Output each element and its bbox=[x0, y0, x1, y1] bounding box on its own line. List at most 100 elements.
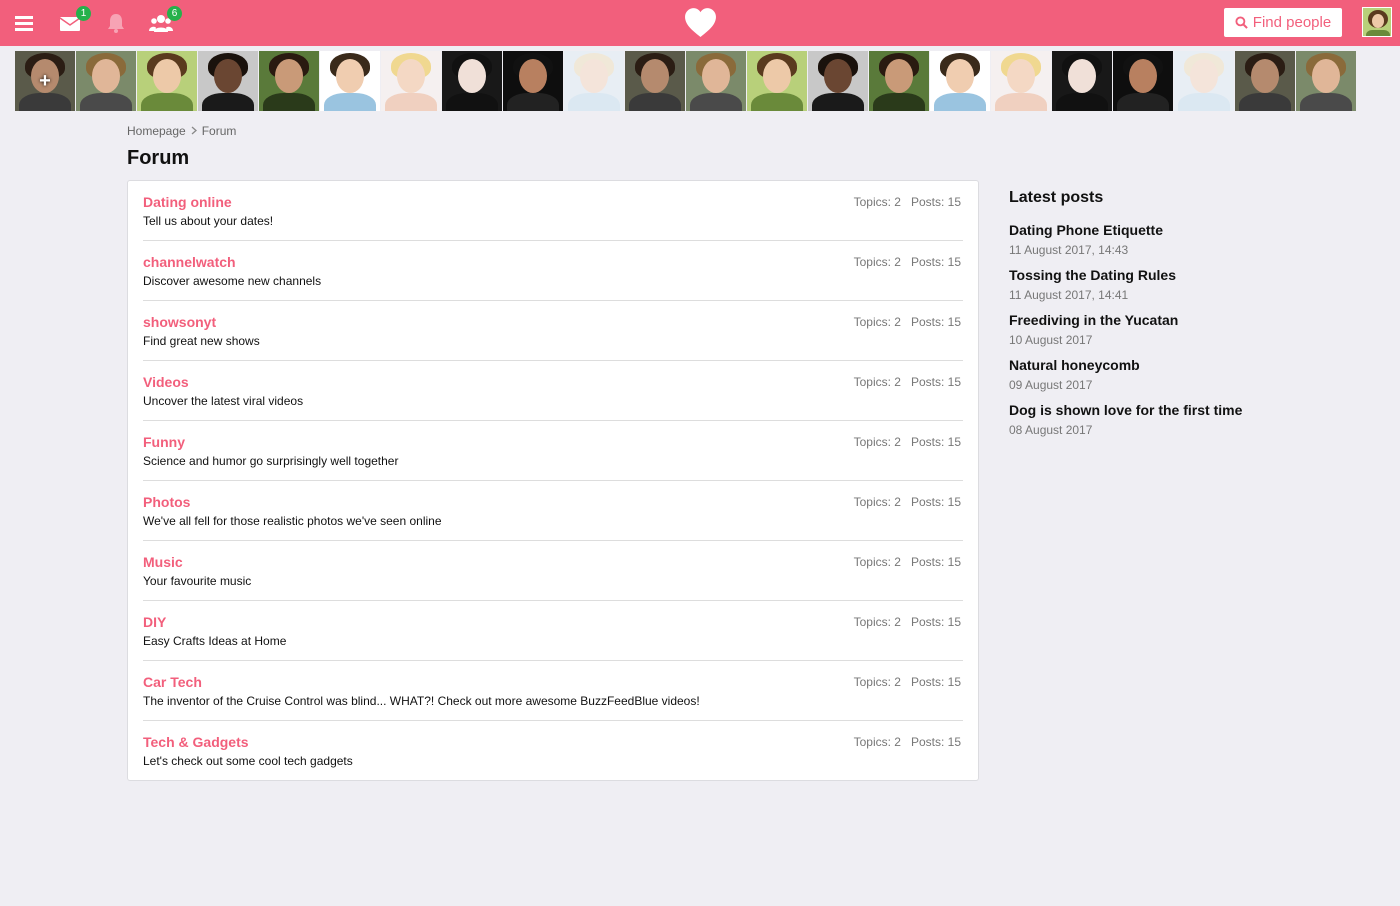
member-photo-thumbnail[interactable] bbox=[259, 51, 319, 111]
notifications-bell-icon[interactable] bbox=[104, 11, 128, 35]
messages-badge: 1 bbox=[76, 6, 91, 21]
forum-description: The inventor of the Cruise Control was b… bbox=[143, 694, 700, 708]
latest-posts-list: Dating Phone Etiquette 11 August 2017, 14… bbox=[1009, 221, 1309, 438]
forum-row: showsonyt Find great new shows Topics: 2 Po… bbox=[143, 301, 963, 361]
forum-name-link[interactable]: Photos bbox=[143, 494, 190, 510]
member-photo-thumbnail[interactable] bbox=[1052, 51, 1112, 111]
find-people-button[interactable]: Find people bbox=[1224, 8, 1342, 37]
forum-row: Car Tech The inventor of the Cruise Contr… bbox=[143, 661, 963, 721]
forum-stats: Topics: 2 Posts: 15 bbox=[854, 615, 961, 629]
latest-post-date: 11 August 2017, 14:41 bbox=[1009, 288, 1129, 302]
member-photo-thumbnail[interactable] bbox=[686, 51, 746, 111]
forum-posts-count: Posts: 15 bbox=[910, 615, 961, 629]
member-photo-thumbnail[interactable] bbox=[808, 51, 868, 111]
forum-posts-count: Posts: 15 bbox=[910, 495, 961, 509]
member-photo-thumbnail[interactable] bbox=[869, 51, 929, 111]
forum-topics-count: Topics: 2 bbox=[853, 375, 901, 389]
latest-post-title-link[interactable]: Dog is shown love for the first time bbox=[1009, 401, 1309, 419]
member-photo-thumbnail[interactable] bbox=[137, 51, 197, 111]
member-photo-thumbnail[interactable] bbox=[1235, 51, 1295, 111]
forum-name-link[interactable]: Dating online bbox=[143, 194, 232, 210]
forum-name-link[interactable]: showsonyt bbox=[143, 314, 216, 330]
forum-description: We've all fell for those realistic photo… bbox=[143, 514, 442, 528]
member-photo-thumbnail[interactable] bbox=[625, 51, 685, 111]
forum-description: Find great new shows bbox=[143, 334, 260, 348]
latest-posts-sidebar: Latest posts Dating Phone Etiquette 11 Au… bbox=[1009, 189, 1309, 446]
breadcrumb-home-link[interactable]: Homepage bbox=[127, 124, 186, 138]
latest-post-title-link[interactable]: Tossing the Dating Rules bbox=[1009, 266, 1309, 284]
friends-badge: 6 bbox=[167, 6, 182, 21]
latest-post-item: Natural honeycomb 09 August 2017 bbox=[1009, 356, 1309, 393]
forum-description: Easy Crafts Ideas at Home bbox=[143, 634, 287, 648]
forum-stats: Topics: 2 Posts: 15 bbox=[854, 555, 961, 569]
member-photo-thumbnail[interactable] bbox=[381, 51, 441, 111]
forum-list: Dating online Tell us about your dates! To… bbox=[127, 180, 979, 781]
forum-posts-count: Posts: 15 bbox=[910, 435, 961, 449]
forum-posts-count: Posts: 15 bbox=[910, 675, 961, 689]
forum-row: DIY Easy Crafts Ideas at Home Topics: 2 Pos… bbox=[143, 601, 963, 661]
forum-posts-count: Posts: 15 bbox=[910, 555, 961, 569]
forum-name-link[interactable]: Music bbox=[143, 554, 183, 570]
latest-post-item: Dog is shown love for the first time 08 A… bbox=[1009, 401, 1309, 438]
heart-logo-icon[interactable] bbox=[684, 7, 717, 38]
forum-topics-count: Topics: 2 bbox=[853, 675, 901, 689]
latest-post-title-link[interactable]: Dating Phone Etiquette bbox=[1009, 221, 1309, 239]
member-photo-thumbnail[interactable] bbox=[1174, 51, 1234, 111]
hamburger-menu-icon[interactable] bbox=[12, 11, 36, 35]
forum-topics-count: Topics: 2 bbox=[853, 315, 901, 329]
forum-topics-count: Topics: 2 bbox=[853, 555, 901, 569]
forum-name-link[interactable]: Videos bbox=[143, 374, 189, 390]
breadcrumb-current: Forum bbox=[201, 124, 237, 138]
forum-posts-count: Posts: 15 bbox=[910, 735, 961, 749]
member-photo-thumbnail[interactable] bbox=[1296, 51, 1356, 111]
forum-stats: Topics: 2 Posts: 15 bbox=[854, 435, 961, 449]
find-people-label: Find people bbox=[1252, 14, 1332, 31]
forum-stats: Topics: 2 Posts: 15 bbox=[854, 735, 961, 749]
forum-posts-count: Posts: 15 bbox=[910, 315, 961, 329]
latest-post-date: 08 August 2017 bbox=[1009, 423, 1093, 437]
member-photo-thumbnail[interactable] bbox=[442, 51, 502, 111]
latest-post-title-link[interactable]: Natural honeycomb bbox=[1009, 356, 1309, 374]
forum-stats: Topics: 2 Posts: 15 bbox=[854, 495, 961, 509]
member-photo-strip: + bbox=[15, 51, 1385, 111]
forum-row: Videos Uncover the latest viral videos Top… bbox=[143, 361, 963, 421]
forum-description: Discover awesome new channels bbox=[143, 274, 322, 288]
forum-row: Dating online Tell us about your dates! To… bbox=[143, 181, 963, 241]
member-photo-thumbnail[interactable] bbox=[503, 51, 563, 111]
forum-row: channelwatch Discover awesome new channel… bbox=[143, 241, 963, 301]
latest-post-item: Freediving in the Yucatan 10 August 2017 bbox=[1009, 311, 1309, 348]
friends-users-icon[interactable]: 6 bbox=[149, 6, 182, 35]
forum-posts-count: Posts: 15 bbox=[910, 195, 961, 209]
forum-topics-count: Topics: 2 bbox=[853, 435, 901, 449]
latest-post-title-link[interactable]: Freediving in the Yucatan bbox=[1009, 311, 1309, 329]
forum-name-link[interactable]: channelwatch bbox=[143, 254, 236, 270]
forum-topics-count: Topics: 2 bbox=[853, 735, 901, 749]
forum-name-link[interactable]: Funny bbox=[143, 434, 185, 450]
forum-row: Funny Science and humor go surprisingly w… bbox=[143, 421, 963, 481]
add-photo-thumbnail[interactable]: + bbox=[15, 51, 75, 111]
forum-description: Uncover the latest viral videos bbox=[143, 394, 304, 408]
forum-name-link[interactable]: Tech & Gadgets bbox=[143, 734, 249, 750]
breadcrumb: Homepage Forum bbox=[127, 124, 236, 138]
page-title: Forum bbox=[127, 147, 190, 169]
member-photo-thumbnail[interactable] bbox=[747, 51, 807, 111]
member-photo-thumbnail[interactable] bbox=[1113, 51, 1173, 111]
member-photo-thumbnail[interactable] bbox=[930, 51, 990, 111]
latest-post-item: Tossing the Dating Rules 11 August 2017, … bbox=[1009, 266, 1309, 303]
member-photo-thumbnail[interactable] bbox=[991, 51, 1051, 111]
latest-post-item: Dating Phone Etiquette 11 August 2017, 14… bbox=[1009, 221, 1309, 258]
forum-stats: Topics: 2 Posts: 15 bbox=[854, 315, 961, 329]
member-photo-thumbnail[interactable] bbox=[198, 51, 258, 111]
user-avatar[interactable] bbox=[1362, 7, 1392, 37]
latest-post-date: 11 August 2017, 14:43 bbox=[1009, 243, 1129, 257]
chevron-right-icon bbox=[191, 124, 197, 138]
member-photo-thumbnail[interactable] bbox=[320, 51, 380, 111]
member-photo-thumbnail[interactable] bbox=[76, 51, 136, 111]
latest-post-date: 10 August 2017 bbox=[1009, 333, 1093, 347]
forum-name-link[interactable]: Car Tech bbox=[143, 674, 202, 690]
forum-name-link[interactable]: DIY bbox=[143, 614, 166, 630]
forum-topics-count: Topics: 2 bbox=[853, 495, 901, 509]
member-photo-thumbnail[interactable] bbox=[564, 51, 624, 111]
forum-topics-count: Topics: 2 bbox=[853, 195, 901, 209]
messages-envelope-icon[interactable]: 1 bbox=[58, 6, 91, 35]
